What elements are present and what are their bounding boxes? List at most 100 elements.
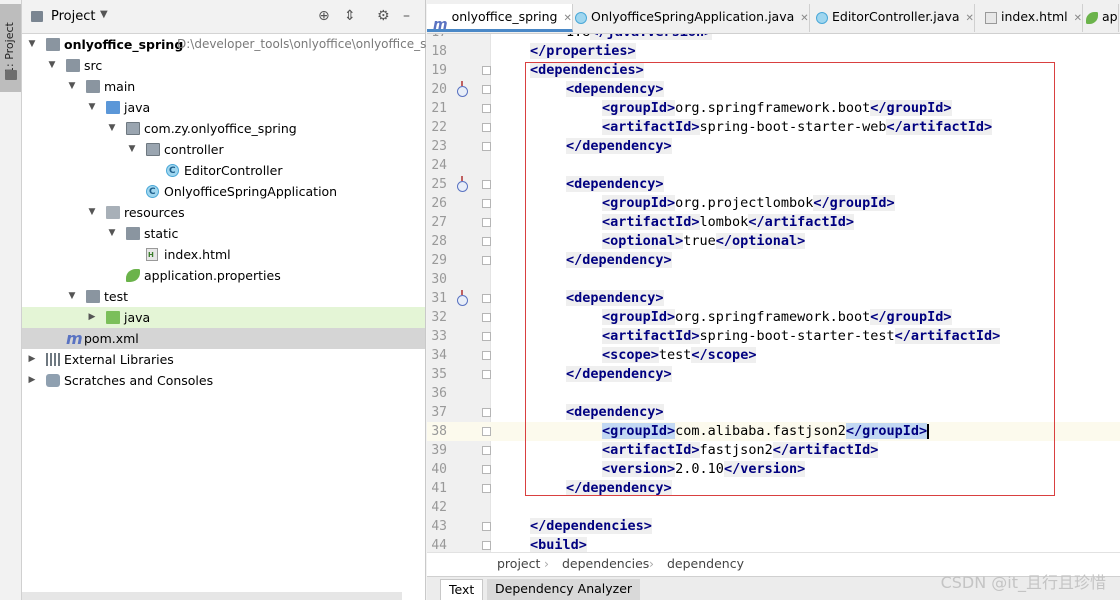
editor-bottom-tab[interactable]: Dependency Analyzer [487,579,641,600]
project-view-selector[interactable]: Project [51,9,95,24]
gear-icon[interactable]: ⚙ [377,8,390,24]
tree-item-label: application.properties [144,268,281,283]
tree-item[interactable]: ▼ onlyoffice_spring D:\developer_tools\onl… [22,34,434,55]
fold-marker-icon[interactable] [482,66,491,75]
tree-item[interactable]: application.properties [22,265,425,286]
folder-icon [86,80,100,93]
editor-tab[interactable]: OnlyofficeSpringApplication.java ✕ [569,4,810,32]
hide-panel-icon[interactable]: – [403,8,410,24]
html-file-icon [985,11,997,24]
line-number: 33 [431,329,447,344]
fold-marker-icon[interactable] [482,408,491,417]
tree-item[interactable]: ▶ Scratches and Consoles [22,370,425,391]
editor-bottom-tab[interactable]: Text [440,579,484,600]
fold-marker-icon[interactable] [482,294,491,303]
fold-marker-icon[interactable] [482,541,491,550]
fold-marker-icon[interactable] [482,85,491,94]
chevron-right-icon[interactable]: ▶ [26,370,38,391]
project-panel: Project ▼ ⊕ ⇕ ⚙ – ▼ onlyoffice_spring D:\d… [22,0,434,600]
close-icon[interactable]: ✕ [800,13,808,24]
tree-item[interactable]: ▼ test [22,286,425,307]
xml-tag-highlighted: </groupId> [845,423,928,439]
tree-item[interactable]: ▼ src [22,55,425,76]
xml-tag: <build> [530,537,587,552]
horizontal-scrollbar[interactable] [22,592,402,600]
chevron-down-icon[interactable]: ▼ [66,76,78,97]
code-text: <dependency> [566,175,664,194]
close-icon[interactable]: ✕ [966,13,974,24]
code-text: 1.8</java.version> [566,34,713,42]
chevron-down-icon[interactable]: ▼ [26,34,38,55]
editor-tab[interactable]: m onlyoffice_spring ✕ [427,4,573,33]
editor-tab[interactable]: index.html ✕ [979,4,1084,32]
breadcrumb-item[interactable]: dependency [667,553,744,575]
xml-tag: <dependencies> [530,62,644,78]
collapse-all-icon[interactable]: ⇕ [344,8,356,24]
code-text: </dependency> [566,365,672,384]
editor-tab[interactable]: ap [1080,4,1119,32]
chevron-down-icon[interactable]: ▼ [100,9,108,20]
line-number: 42 [431,500,447,515]
xml-text: spring-boot-starter-web [699,119,887,135]
chevron-down-icon[interactable]: ▼ [126,139,138,160]
code-editor[interactable]: 17 1.8</java.version> 18 </properties> 19 <de… [427,34,1120,552]
fold-marker-icon[interactable] [482,199,491,208]
editor-tab[interactable]: EditorController.java ✕ [810,4,975,32]
editor-tab-label: OnlyofficeSpringApplication.java [591,9,795,24]
tree-item[interactable]: index.html [22,244,425,265]
chevron-down-icon[interactable]: ▼ [106,223,118,244]
xml-tag: <artifactId> [602,328,700,344]
line-number: 26 [431,196,447,211]
fold-marker-icon[interactable] [482,332,491,341]
fold-marker-icon[interactable] [482,446,491,455]
xml-tag: </scope> [691,347,757,363]
xml-text: spring-boot-starter-test [699,328,895,344]
fold-marker-icon[interactable] [482,104,491,113]
maven-dependency-gutter-icon[interactable] [456,290,468,306]
fold-marker-icon[interactable] [482,351,491,360]
breadcrumb-item[interactable]: dependencies [562,553,649,575]
fold-marker-icon[interactable] [482,370,491,379]
tree-item[interactable]: ▼ static [22,223,425,244]
tree-item[interactable]: ▼ com.zy.onlyoffice_spring [22,118,425,139]
code-line: 18 </properties> [427,42,1120,61]
code-line: 41 </dependency> [427,479,1120,498]
tree-item-label: java [124,310,151,325]
chevron-down-icon[interactable]: ▼ [46,55,58,76]
chevron-right-icon[interactable]: ▶ [26,349,38,370]
maven-dependency-gutter-icon[interactable] [456,81,468,97]
fold-marker-icon[interactable] [482,142,491,151]
tree-item[interactable]: ▶ External Libraries [22,349,425,370]
chevron-right-icon[interactable]: ▶ [86,307,98,328]
chevron-down-icon[interactable]: ▼ [66,286,78,307]
chevron-down-icon[interactable]: ▼ [86,202,98,223]
fold-marker-icon[interactable] [482,427,491,436]
code-text: <artifactId>spring-boot-starter-test</ar… [602,327,1001,346]
tree-item[interactable]: ▼ main [22,76,425,97]
locate-file-icon[interactable]: ⊕ [318,8,330,24]
line-number: 32 [431,310,447,325]
tree-item-label: pom.xml [84,331,139,346]
xml-tag: </artifactId> [772,442,879,458]
fold-marker-icon[interactable] [482,313,491,322]
chevron-down-icon[interactable]: ▼ [86,97,98,118]
tree-item[interactable]: ▼ resources [22,202,425,223]
fold-marker-icon[interactable] [482,123,491,132]
tree-item[interactable]: ▼ java [22,97,425,118]
code-line: 44 <build> [427,536,1120,552]
fold-marker-icon[interactable] [482,484,491,493]
tree-item[interactable]: EditorController [22,160,425,182]
tree-item[interactable]: OnlyofficeSpringApplication [22,181,425,203]
fold-marker-icon[interactable] [482,465,491,474]
fold-marker-icon[interactable] [482,522,491,531]
chevron-down-icon[interactable]: ▼ [106,118,118,139]
maven-dependency-gutter-icon[interactable] [456,176,468,192]
tree-item[interactable]: ▶ java [22,307,425,328]
breadcrumb-item[interactable]: project [497,553,540,575]
fold-marker-icon[interactable] [482,218,491,227]
fold-marker-icon[interactable] [482,256,491,265]
fold-marker-icon[interactable] [482,180,491,189]
tree-item[interactable]: ▼ controller [22,139,425,160]
fold-marker-icon[interactable] [482,237,491,246]
tree-item[interactable]: m pom.xml [22,328,425,349]
